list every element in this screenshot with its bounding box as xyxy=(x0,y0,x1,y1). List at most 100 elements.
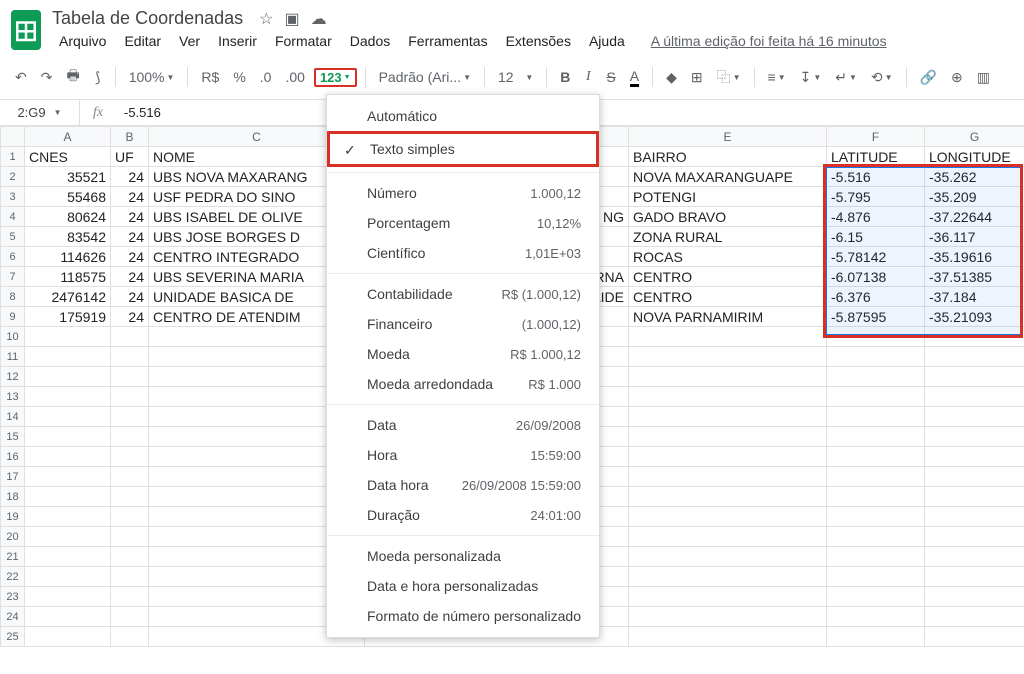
percent-button[interactable]: % xyxy=(228,65,250,89)
cloud-icon[interactable]: ☁ xyxy=(311,11,327,28)
row-header[interactable]: 3 xyxy=(1,187,25,207)
row-header[interactable]: 5 xyxy=(1,227,25,247)
format-custom-currency[interactable]: Moeda personalizada xyxy=(327,541,599,571)
cell[interactable]: -36.117 xyxy=(925,227,1024,247)
row-header[interactable]: 22 xyxy=(1,567,25,587)
print-icon[interactable]: 🖶 xyxy=(61,61,84,93)
font-size-select[interactable]: 12 ▼ xyxy=(493,65,538,89)
cell[interactable]: 80624 xyxy=(25,207,111,227)
row-header[interactable]: 20 xyxy=(1,527,25,547)
document-title[interactable]: Tabela de Coordenadas xyxy=(52,8,243,29)
text-color-button[interactable]: A xyxy=(625,64,644,91)
link-button[interactable]: 🔗 xyxy=(915,65,942,90)
cell[interactable]: -37.51385 xyxy=(925,267,1024,287)
cell[interactable]: 83542 xyxy=(25,227,111,247)
cell[interactable]: LONGITUDE xyxy=(925,147,1024,167)
cell[interactable]: -5.516 xyxy=(827,167,925,187)
row-header[interactable]: 9 xyxy=(1,307,25,327)
cell[interactable]: -37.184 xyxy=(925,287,1024,307)
row-header[interactable]: 17 xyxy=(1,467,25,487)
select-all-corner[interactable] xyxy=(1,127,25,147)
format-financial[interactable]: Financeiro(1.000,12) xyxy=(327,309,599,339)
cell[interactable]: 24 xyxy=(111,227,149,247)
rotate-button[interactable]: ⟲ ▼ xyxy=(866,65,898,90)
italic-button[interactable]: I xyxy=(579,65,597,89)
zoom-select[interactable]: 100% ▼ xyxy=(124,65,180,89)
format-number[interactable]: Número1.000,12 xyxy=(327,178,599,208)
cell[interactable]: -5.795 xyxy=(827,187,925,207)
star-icon[interactable]: ☆ xyxy=(259,11,273,28)
cell[interactable]: -37.22644 xyxy=(925,207,1024,227)
increase-decimals-button[interactable]: .00 xyxy=(280,65,309,89)
menu-extensoes[interactable]: Extensões xyxy=(499,31,578,51)
currency-button[interactable]: R$ xyxy=(196,65,224,89)
cell[interactable]: GADO BRAVO xyxy=(629,207,827,227)
row-header[interactable]: 12 xyxy=(1,367,25,387)
cell[interactable]: 24 xyxy=(111,247,149,267)
menu-ferramentas[interactable]: Ferramentas xyxy=(401,31,494,51)
format-currency[interactable]: MoedaR$ 1.000,12 xyxy=(327,339,599,369)
chart-button[interactable]: ▥ xyxy=(972,65,995,90)
format-percent[interactable]: Porcentagem10,12% xyxy=(327,208,599,238)
format-plain-text[interactable]: ✓Texto simples xyxy=(327,131,599,167)
row-header[interactable]: 15 xyxy=(1,427,25,447)
last-edit-link[interactable]: A última edição foi feita há 16 minutos xyxy=(644,31,894,51)
row-header[interactable]: 13 xyxy=(1,387,25,407)
cell[interactable]: -4.876 xyxy=(827,207,925,227)
decrease-decimals-button[interactable]: .0 xyxy=(255,65,277,89)
comment-button[interactable]: ⊕ xyxy=(946,65,968,90)
cell[interactable]: -35.262 xyxy=(925,167,1024,187)
merge-button[interactable]: ⿻ ▼ xyxy=(712,63,746,91)
borders-button[interactable]: ⊞ xyxy=(686,65,708,90)
row-header[interactable]: 7 xyxy=(1,267,25,287)
format-date[interactable]: Data26/09/2008 xyxy=(327,410,599,440)
move-icon[interactable]: ▣ xyxy=(285,11,300,28)
fill-color-button[interactable]: ◆ xyxy=(661,65,682,90)
format-time[interactable]: Hora15:59:00 xyxy=(327,440,599,470)
formula-input[interactable]: -5.516 xyxy=(116,105,161,120)
cell[interactable]: NOVA PARNAMIRIM xyxy=(629,307,827,327)
wrap-button[interactable]: ↵ ▼ xyxy=(830,65,862,90)
format-accounting[interactable]: ContabilidadeR$ (1.000,12) xyxy=(327,279,599,309)
col-header-e[interactable]: E xyxy=(629,127,827,147)
format-scientific[interactable]: Científico1,01E+03 xyxy=(327,238,599,268)
cell[interactable]: 114626 xyxy=(25,247,111,267)
font-select[interactable]: Padrão (Ari... ▼ xyxy=(374,65,476,89)
row-header[interactable]: 16 xyxy=(1,447,25,467)
row-header[interactable]: 18 xyxy=(1,487,25,507)
valign-button[interactable]: ↧ ▼ xyxy=(795,65,827,90)
cell[interactable]: 24 xyxy=(111,187,149,207)
menu-arquivo[interactable]: Arquivo xyxy=(52,31,113,51)
format-automatic[interactable]: Automático xyxy=(327,101,599,131)
sheets-logo[interactable] xyxy=(10,9,42,51)
cell[interactable]: ROCAS xyxy=(629,247,827,267)
undo-icon[interactable]: ↶ xyxy=(10,65,32,90)
cell[interactable]: 2476142 xyxy=(25,287,111,307)
cell[interactable]: UF xyxy=(111,147,149,167)
cell[interactable]: 24 xyxy=(111,167,149,187)
cell[interactable]: 24 xyxy=(111,267,149,287)
row-header[interactable]: 25 xyxy=(1,627,25,647)
row-header[interactable]: 1 xyxy=(1,147,25,167)
cell[interactable]: 24 xyxy=(111,207,149,227)
cell[interactable]: 24 xyxy=(111,287,149,307)
menu-ver[interactable]: Ver xyxy=(172,31,207,51)
cell[interactable]: CENTRO xyxy=(629,267,827,287)
number-format-button[interactable]: 123▼ xyxy=(314,68,357,87)
cell[interactable]: NOVA MAXARANGUAPE xyxy=(629,167,827,187)
format-duration[interactable]: Duração24:01:00 xyxy=(327,500,599,530)
cell[interactable]: 55468 xyxy=(25,187,111,207)
row-header[interactable]: 21 xyxy=(1,547,25,567)
row-header[interactable]: 11 xyxy=(1,347,25,367)
format-custom-number[interactable]: Formato de número personalizado xyxy=(327,601,599,631)
row-header[interactable]: 4 xyxy=(1,207,25,227)
cell[interactable]: -35.209 xyxy=(925,187,1024,207)
cell[interactable]: CNES xyxy=(25,147,111,167)
row-header[interactable]: 19 xyxy=(1,507,25,527)
menu-formatar[interactable]: Formatar xyxy=(268,31,339,51)
row-header[interactable]: 24 xyxy=(1,607,25,627)
format-currency-rounded[interactable]: Moeda arredondadaR$ 1.000 xyxy=(327,369,599,399)
row-header[interactable]: 14 xyxy=(1,407,25,427)
row-header[interactable]: 10 xyxy=(1,327,25,347)
cell[interactable]: ZONA RURAL xyxy=(629,227,827,247)
